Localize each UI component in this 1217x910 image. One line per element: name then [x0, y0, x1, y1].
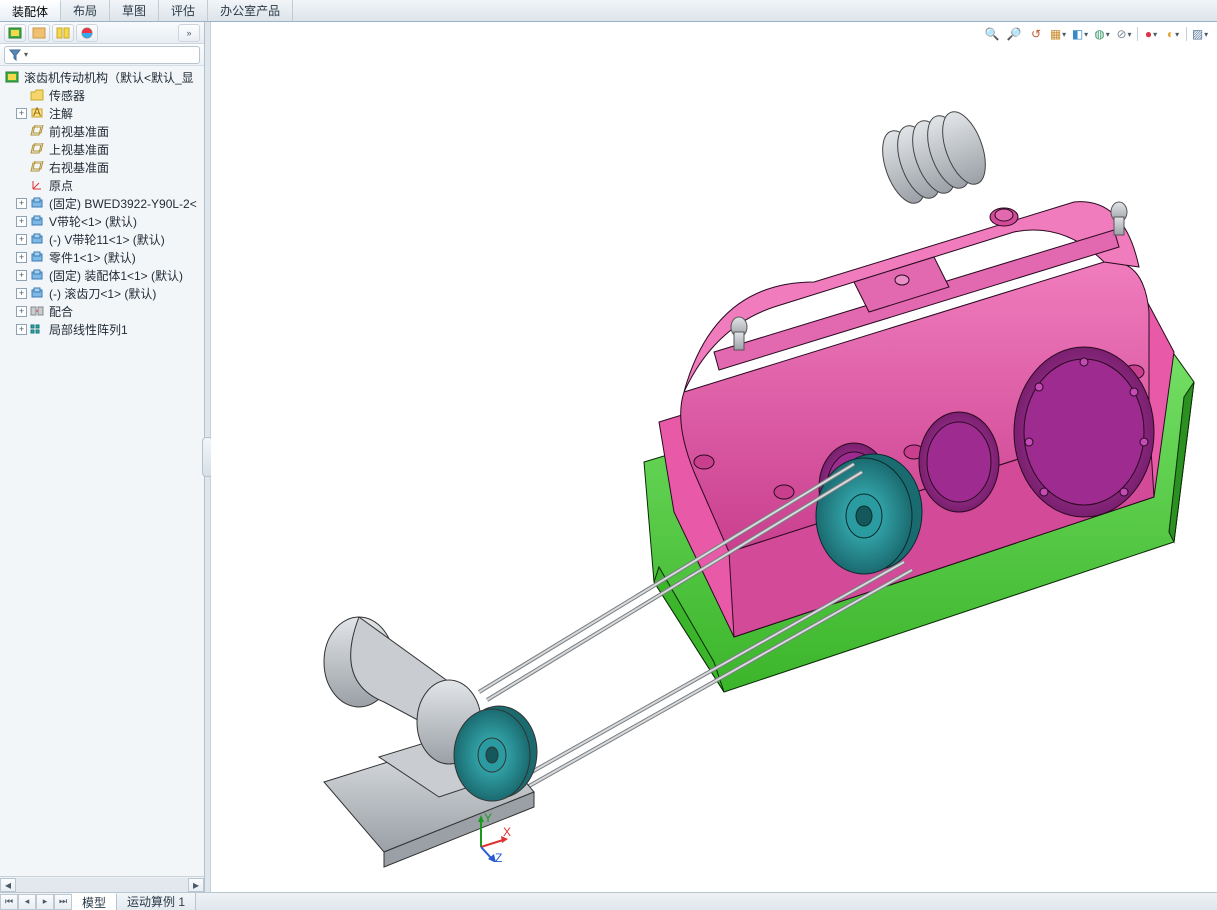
- main-area: » ▾ 滚齿机传动机构（默认<默认_显 传感器 + A 注解: [0, 22, 1217, 892]
- nav-first-icon[interactable]: ⏮: [0, 894, 18, 910]
- appearance-tab-icon[interactable]: [76, 24, 98, 42]
- bottom-nav: ⏮ ◂ ▸ ⏭: [0, 894, 72, 910]
- mate-icon: [29, 304, 45, 318]
- zoom-area-icon[interactable]: 🔎: [1005, 25, 1023, 43]
- tree-item[interactable]: + (固定) BWED3922-Y90L-2<: [0, 194, 204, 212]
- view-orient-icon[interactable]: ◧: [1071, 25, 1089, 43]
- tab-assembly[interactable]: 装配体: [0, 0, 61, 21]
- plane-icon: [29, 142, 45, 156]
- tree-root[interactable]: 滚齿机传动机构（默认<默认_显: [0, 68, 204, 86]
- toolbar-separator: [1137, 27, 1138, 41]
- plane-icon: [29, 124, 45, 138]
- annotation-icon: A: [29, 106, 45, 120]
- scroll-left-icon[interactable]: ◂: [0, 878, 16, 892]
- orientation-triad[interactable]: Y X Z: [461, 812, 511, 862]
- panel-tabs: »: [0, 22, 204, 44]
- appearance-icon[interactable]: ●: [1142, 25, 1160, 43]
- tab-layout[interactable]: 布局: [61, 0, 110, 21]
- svg-text:Z: Z: [495, 851, 502, 862]
- view-toolbar: 🔍 🔎 ↺ ▦ ◧ ◍ ⊘ ● ◐ ▨: [979, 24, 1213, 44]
- scroll-track[interactable]: [16, 878, 188, 892]
- part-icon: [29, 286, 45, 300]
- nav-last-icon[interactable]: ⏭: [54, 894, 72, 910]
- filter-input[interactable]: ▾: [4, 46, 200, 64]
- part-icon: [29, 196, 45, 210]
- expand-icon[interactable]: +: [16, 270, 27, 281]
- feature-manager-panel: » ▾ 滚齿机传动机构（默认<默认_显 传感器 + A 注解: [0, 22, 205, 892]
- expand-icon[interactable]: +: [16, 252, 27, 263]
- scene-icon[interactable]: ◐: [1164, 25, 1182, 43]
- prev-view-icon[interactable]: ↺: [1027, 25, 1045, 43]
- section-icon[interactable]: ▦: [1049, 25, 1067, 43]
- bottom-tab-model[interactable]: 模型: [72, 893, 117, 910]
- part-icon: [29, 214, 45, 228]
- filter-icon: [9, 49, 21, 61]
- pattern-icon: [29, 322, 45, 336]
- nav-prev-icon[interactable]: ◂: [18, 894, 36, 910]
- assembly-icon: [4, 70, 20, 84]
- bottom-tab-bar: ⏮ ◂ ▸ ⏭ 模型 运动算例 1: [0, 892, 1217, 910]
- nav-next-icon[interactable]: ▸: [36, 894, 54, 910]
- config-tab-icon[interactable]: [52, 24, 74, 42]
- toolbar-separator: [1186, 27, 1187, 41]
- expand-icon[interactable]: +: [16, 216, 27, 227]
- svg-text:A: A: [33, 107, 41, 119]
- bottom-tab-motion[interactable]: 运动算例 1: [117, 893, 196, 910]
- sidebar-hscroll[interactable]: ◂ ▸: [0, 876, 204, 892]
- sensor-folder-icon: [29, 88, 45, 102]
- tree-item[interactable]: 传感器: [0, 86, 204, 104]
- tree-item[interactable]: + V带轮<1> (默认): [0, 212, 204, 230]
- part-icon: [29, 268, 45, 282]
- tree-item[interactable]: + 零件1<1> (默认): [0, 248, 204, 266]
- expand-icon[interactable]: +: [16, 288, 27, 299]
- tree-root-label: 滚齿机传动机构（默认<默认_显: [22, 69, 194, 86]
- graphics-viewport[interactable]: 🔍 🔎 ↺ ▦ ◧ ◍ ⊘ ● ◐ ▨: [211, 22, 1217, 892]
- tree-item[interactable]: + (-) 滚齿刀<1> (默认): [0, 284, 204, 302]
- plane-icon: [29, 160, 45, 174]
- scroll-right-icon[interactable]: ▸: [188, 878, 204, 892]
- part-icon: [29, 232, 45, 246]
- display-style-icon[interactable]: ◍: [1093, 25, 1111, 43]
- expand-icon[interactable]: +: [16, 108, 27, 119]
- tree-item[interactable]: 上视基准面: [0, 140, 204, 158]
- tab-sketch[interactable]: 草图: [110, 0, 159, 21]
- expand-icon[interactable]: +: [16, 234, 27, 245]
- feature-tree-tab-icon[interactable]: [4, 24, 26, 42]
- tree-item[interactable]: + (-) V带轮11<1> (默认): [0, 230, 204, 248]
- part-icon: [29, 250, 45, 264]
- settings-icon[interactable]: ▨: [1191, 25, 1209, 43]
- expand-icon[interactable]: +: [16, 306, 27, 317]
- command-tab-bar: 装配体 布局 草图 评估 办公室产品: [0, 0, 1217, 22]
- model-render: [211, 22, 1217, 892]
- tab-office[interactable]: 办公室产品: [208, 0, 293, 21]
- tree-item[interactable]: + 局部线性阵列1: [0, 320, 204, 338]
- tree-item[interactable]: 右视基准面: [0, 158, 204, 176]
- svg-text:X: X: [503, 825, 511, 839]
- tree-item[interactable]: + 配合: [0, 302, 204, 320]
- filter-bar: ▾: [0, 44, 204, 66]
- tree-item[interactable]: + A 注解: [0, 104, 204, 122]
- feature-tree[interactable]: 滚齿机传动机构（默认<默认_显 传感器 + A 注解 前视基准面 上视基准面: [0, 66, 204, 876]
- panel-expand-icon[interactable]: »: [178, 24, 200, 42]
- tree-item[interactable]: 原点: [0, 176, 204, 194]
- zoom-fit-icon[interactable]: 🔍: [983, 25, 1001, 43]
- hide-show-icon[interactable]: ⊘: [1115, 25, 1133, 43]
- property-tab-icon[interactable]: [28, 24, 50, 42]
- svg-text:Y: Y: [484, 812, 492, 825]
- tab-evaluate[interactable]: 评估: [159, 0, 208, 21]
- expand-icon[interactable]: +: [16, 198, 27, 209]
- tree-item[interactable]: 前视基准面: [0, 122, 204, 140]
- expand-icon[interactable]: +: [16, 324, 27, 335]
- tree-item[interactable]: + (固定) 装配体1<1> (默认): [0, 266, 204, 284]
- origin-icon: [29, 178, 45, 192]
